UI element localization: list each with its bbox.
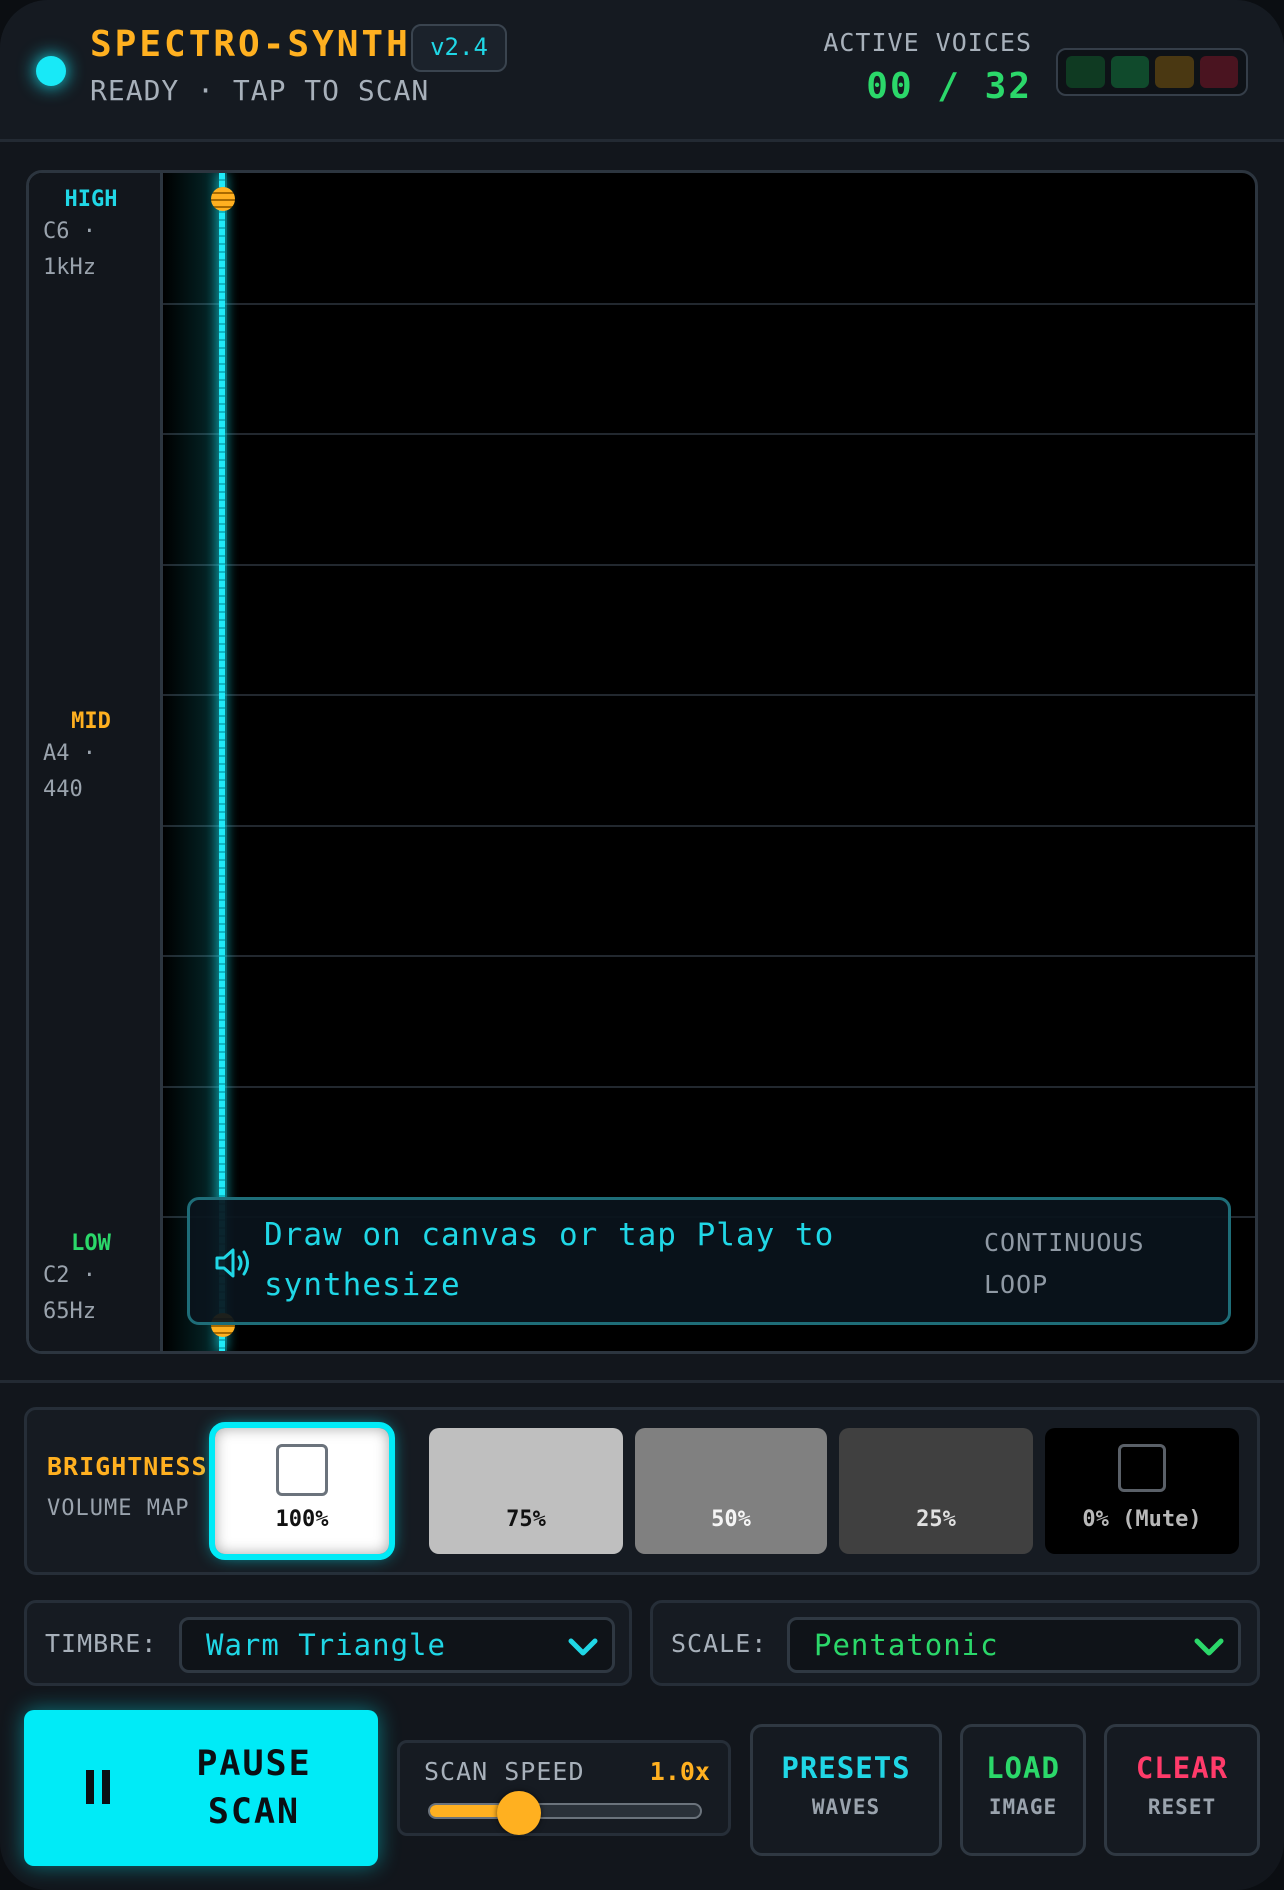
brightness-subtitle: VOLUME MAP [47, 1496, 190, 1521]
drawing-canvas[interactable]: HIGH C6 · 1kHz MID A4 · 440 LOW C2 · 65H… [26, 170, 1258, 1354]
axis-low-note-name: C2 · [43, 1263, 96, 1288]
clear-title: CLEAR [1135, 1751, 1229, 1785]
pause-scan-button[interactable]: PAUSE SCAN [24, 1710, 378, 1866]
pitch-axis: HIGH C6 · 1kHz MID A4 · 440 LOW C2 · 65H… [29, 173, 163, 1351]
swatch-square-icon [276, 1444, 328, 1496]
app-title: SPECTRO-SYNTH [90, 24, 411, 65]
brightness-swatch-75[interactable]: 75% [429, 1428, 623, 1554]
grid-line [163, 564, 1255, 566]
load-title: LOAD [986, 1751, 1060, 1785]
presets-button[interactable]: PRESETS WAVES [750, 1724, 942, 1856]
playhead-top-handle[interactable] [211, 187, 235, 211]
scale-label: SCALE: [671, 1629, 768, 1658]
scale-value: Pentatonic [814, 1628, 999, 1662]
brightness-title: BRIGHTNESS [47, 1452, 208, 1481]
scan-glow [163, 173, 227, 1351]
grid-line [163, 303, 1255, 305]
presets-title: PRESETS [781, 1751, 911, 1785]
timbre-select[interactable]: Warm Triangle [179, 1617, 615, 1673]
swatch-label: 0% (Mute) [1082, 1507, 1202, 1532]
active-voices-label: ACTIVE VOICES [823, 28, 1032, 57]
scan-speed-panel: SCAN SPEED 1.0x [397, 1740, 731, 1836]
hint-banner: Draw on canvas or tap Play to synthesize… [187, 1197, 1231, 1325]
grid-line [163, 825, 1255, 827]
axis-mid: MID A4 · 440 [43, 709, 153, 808]
app-frame: SPECTRO-SYNTH v2.4 READY · TAP TO SCAN A… [0, 0, 1284, 1890]
status-text: READY · TAP TO SCAN [90, 74, 430, 107]
chevron-down-icon [1194, 1638, 1224, 1656]
loop-mode-label: CONTINUOUS LOOP [984, 1222, 1184, 1306]
axis-high-note: C6 · 1kHz [43, 214, 153, 286]
active-voices-count: 00 / 32 [866, 66, 1032, 107]
status-indicator-icon [36, 56, 66, 86]
swatch-label: 50% [711, 1507, 751, 1532]
presets-subtitle: WAVES [811, 1795, 881, 1819]
header-bar: SPECTRO-SYNTH v2.4 READY · TAP TO SCAN A… [0, 0, 1284, 142]
slider-thumb[interactable] [497, 1791, 542, 1835]
pause-label-line2: SCAN [207, 1792, 301, 1832]
clear-reset-button[interactable]: CLEAR RESET [1104, 1724, 1260, 1856]
swatch-square-icon [1118, 1444, 1166, 1492]
swatch-label: 25% [916, 1507, 956, 1532]
axis-mid-note-name: A4 · [43, 741, 96, 766]
timbre-label: TIMBRE: [45, 1629, 158, 1658]
load-image-button[interactable]: LOAD IMAGE [960, 1724, 1086, 1856]
axis-low-note-freq: 65Hz [43, 1299, 96, 1324]
timbre-panel: TIMBRE: Warm Triangle [24, 1600, 632, 1686]
swatch-label: 75% [506, 1507, 546, 1532]
pause-icon [86, 1770, 110, 1804]
axis-low: LOW C2 · 65Hz [43, 1231, 153, 1330]
scan-speed-label: SCAN SPEED [424, 1757, 585, 1786]
brightness-swatch-100[interactable]: 100% [209, 1422, 395, 1560]
axis-high-note-freq: 1kHz [43, 255, 96, 280]
axis-high-note-name: C6 · [43, 219, 96, 244]
grid-line [163, 955, 1255, 957]
pause-scan-label: PAUSE SCAN [154, 1740, 354, 1836]
brightness-swatch-25[interactable]: 25% [839, 1428, 1033, 1554]
controls-divider [0, 1380, 1284, 1383]
axis-mid-tag: MID [71, 709, 111, 734]
grid-line [163, 1086, 1255, 1088]
scan-playhead[interactable] [219, 173, 225, 1351]
axis-mid-note-freq: 440 [43, 777, 83, 802]
pause-label-line1: PAUSE [196, 1744, 312, 1784]
axis-high-tag: HIGH [64, 187, 118, 212]
chevron-down-icon [568, 1638, 598, 1656]
brightness-swatch-mute[interactable]: 0% (Mute) [1045, 1428, 1239, 1554]
hint-text: Draw on canvas or tap Play to synthesize [264, 1217, 835, 1303]
swatch-label: 100% [275, 1507, 329, 1532]
loop-mode-line1: CONTINUOUS [984, 1228, 1145, 1257]
voice-level-meter [1056, 48, 1248, 96]
speaker-icon [215, 1248, 249, 1278]
timbre-value: Warm Triangle [206, 1628, 446, 1662]
loop-mode-line2: LOOP [984, 1270, 1049, 1299]
scale-panel: SCALE: Pentatonic [650, 1600, 1260, 1686]
clear-subtitle: RESET [1147, 1795, 1217, 1819]
brightness-panel: BRIGHTNESS VOLUME MAP 100% 75% 50% 25% 0… [24, 1407, 1260, 1575]
grid-line [163, 694, 1255, 696]
meter-cell [1199, 56, 1238, 88]
scale-select[interactable]: Pentatonic [787, 1617, 1241, 1673]
meter-cell [1155, 56, 1194, 88]
grid-line [163, 433, 1255, 435]
scan-speed-slider[interactable] [428, 1791, 702, 1835]
brightness-swatch-50[interactable]: 50% [635, 1428, 827, 1554]
axis-low-note: C2 · 65Hz [43, 1258, 153, 1330]
version-badge: v2.4 [411, 24, 507, 72]
axis-low-tag: LOW [71, 1231, 111, 1256]
axis-high: HIGH C6 · 1kHz [43, 187, 153, 286]
axis-mid-note: A4 · 440 [43, 736, 153, 808]
scan-speed-value: 1.0x [649, 1757, 710, 1786]
meter-cell [1110, 56, 1149, 88]
meter-cell [1066, 56, 1105, 88]
load-subtitle: IMAGE [988, 1795, 1058, 1819]
